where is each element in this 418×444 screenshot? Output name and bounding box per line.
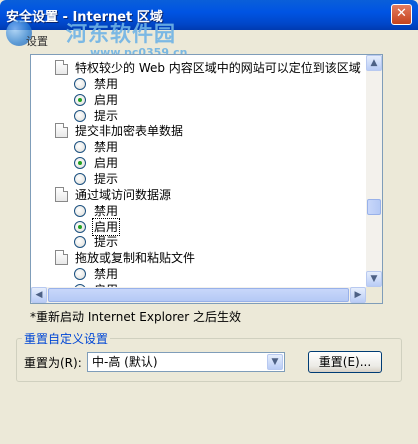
reset-button[interactable]: 重置(E)... xyxy=(308,351,382,373)
settings-list-viewport: 特权较少的 Web 内容区域中的网站可以定位到该区域 禁用 启用 提示 提交非加密表单数… xyxy=(31,55,366,287)
setting-category-label: 拖放或复制和粘贴文件 xyxy=(75,251,196,265)
vertical-scroll-thumb[interactable] xyxy=(367,199,381,215)
document-icon xyxy=(55,60,68,75)
radio-button[interactable] xyxy=(74,268,86,280)
radio-button[interactable] xyxy=(74,141,86,153)
radio-option-label[interactable]: 提示 xyxy=(93,234,119,250)
radio-option-label[interactable]: 启用 xyxy=(91,218,121,236)
title-bar: 安全设置 - Internet 区域 ✕ xyxy=(0,0,418,30)
horizontal-scroll-thumb[interactable] xyxy=(48,288,349,302)
arrow-down-icon: ▼ xyxy=(370,274,378,284)
scroll-right-button[interactable]: ▶ xyxy=(350,287,366,303)
radio-option-label[interactable]: 启用 xyxy=(93,92,119,108)
radio-button[interactable] xyxy=(74,110,86,122)
reset-level-value: 中-高 (默认) xyxy=(92,355,158,369)
close-button[interactable]: ✕ xyxy=(391,4,412,25)
dropdown-button[interactable]: ▼ xyxy=(267,354,283,370)
settings-list[interactable]: 特权较少的 Web 内容区域中的网站可以定位到该区域 禁用 启用 提示 提交非加密表单数… xyxy=(30,54,383,304)
radio-option-label[interactable]: 禁用 xyxy=(93,139,119,155)
radio-button[interactable] xyxy=(74,157,86,169)
radio-option-label[interactable]: 提示 xyxy=(93,108,119,124)
radio-option-label[interactable]: 提示 xyxy=(93,171,119,187)
reset-to-label: 重置为(R): xyxy=(24,356,82,370)
watermark-sub: 设置 xyxy=(26,35,48,48)
setting-category-label: 提交非加密表单数据 xyxy=(75,124,184,138)
radio-option-label[interactable]: 禁用 xyxy=(93,203,119,219)
scroll-left-button[interactable]: ◀ xyxy=(31,287,47,303)
chevron-down-icon: ▼ xyxy=(271,357,279,367)
vertical-scrollbar[interactable]: ▲ ▼ xyxy=(366,55,382,287)
scrollbar-corner xyxy=(366,287,382,303)
window-title: 安全设置 - Internet 区域 xyxy=(6,10,163,25)
restart-note: *重新启动 Internet Explorer 之后生效 xyxy=(30,310,242,324)
scroll-down-button[interactable]: ▼ xyxy=(366,271,382,287)
document-icon xyxy=(55,187,68,202)
radio-option-label[interactable]: 禁用 xyxy=(93,76,119,92)
radio-button[interactable] xyxy=(74,236,86,248)
radio-option-label[interactable]: 启用 xyxy=(93,155,119,171)
radio-button[interactable] xyxy=(74,94,86,106)
arrow-up-icon: ▲ xyxy=(370,58,378,68)
radio-button[interactable] xyxy=(74,173,86,185)
scroll-up-button[interactable]: ▲ xyxy=(366,55,382,71)
radio-button[interactable] xyxy=(74,221,86,233)
radio-option-label[interactable]: 禁用 xyxy=(93,266,119,282)
setting-category-label: 通过域访问数据源 xyxy=(75,188,172,202)
close-icon: ✕ xyxy=(396,6,407,21)
reset-group-legend: 重置自定义设置 xyxy=(22,330,111,347)
arrow-right-icon: ▶ xyxy=(354,290,362,300)
radio-button[interactable] xyxy=(74,205,86,217)
document-icon xyxy=(55,123,68,138)
arrow-left-icon: ◀ xyxy=(35,290,43,300)
reset-level-select[interactable]: 中-高 (默认) ▼ xyxy=(87,352,285,372)
horizontal-scrollbar[interactable]: ◀ ▶ xyxy=(31,287,366,303)
document-icon xyxy=(55,250,68,265)
setting-category-label: 特权较少的 Web 内容区域中的网站可以定位到该区域 xyxy=(75,61,361,75)
radio-button[interactable] xyxy=(74,78,86,90)
